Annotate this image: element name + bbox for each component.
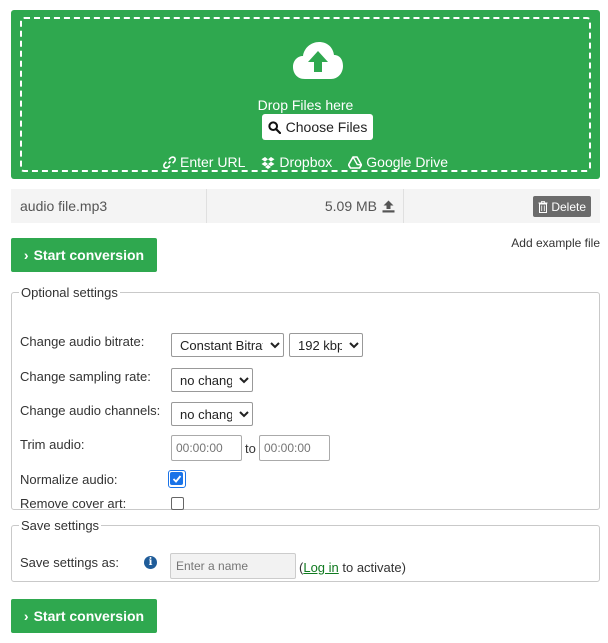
bitrate-label: Change audio bitrate: xyxy=(20,334,145,349)
start-conversion-label: Start conversion xyxy=(33,247,145,263)
optional-settings-panel: Optional settings Change audio bitrate: … xyxy=(11,285,600,511)
upload-icon xyxy=(382,200,395,212)
login-hint-suffix: to activate) xyxy=(338,560,406,575)
file-size-text: 5.09 MB xyxy=(324,198,377,214)
remove-cover-art-checkbox[interactable] xyxy=(171,497,184,510)
optional-settings-legend: Optional settings xyxy=(21,285,118,300)
delete-file-button[interactable]: Delete xyxy=(533,196,591,217)
dropbox-label: Dropbox xyxy=(279,154,333,170)
save-settings-panel: Save settings Save settings as: i (Log i… xyxy=(11,518,600,582)
add-example-file-link[interactable]: Add example file xyxy=(511,236,600,250)
trim-start-input[interactable] xyxy=(171,435,242,461)
save-settings-label: Save settings as: xyxy=(20,555,119,570)
audio-channels-label: Change audio channels: xyxy=(20,403,161,418)
file-source-options: Enter URL Dropbox Google Drive xyxy=(22,154,589,170)
trim-audio-label: Trim audio: xyxy=(20,437,85,452)
choose-files-button[interactable]: Choose Files xyxy=(262,114,373,140)
delete-label: Delete xyxy=(551,199,586,214)
file-size: 5.09 MB xyxy=(325,198,395,214)
google-drive-icon xyxy=(348,155,363,169)
settings-name-input[interactable] xyxy=(170,553,296,579)
cloud-upload-icon xyxy=(293,42,343,79)
normalize-audio-checkbox[interactable] xyxy=(168,470,186,488)
dropbox-link[interactable]: Dropbox xyxy=(261,154,332,170)
search-icon xyxy=(268,120,281,134)
trim-end-input[interactable] xyxy=(259,435,330,461)
google-drive-label: Google Drive xyxy=(366,154,448,170)
link-icon xyxy=(163,155,176,169)
bitrate-mode-select[interactable]: Constant Bitrate xyxy=(171,333,284,357)
sampling-rate-label: Change sampling rate: xyxy=(20,369,151,384)
login-link[interactable]: Log in xyxy=(303,560,338,575)
start-conversion-label: Start conversion xyxy=(33,608,145,624)
enter-url-label: Enter URL xyxy=(180,154,246,170)
drop-files-text: Drop Files here xyxy=(257,97,354,113)
info-icon[interactable]: i xyxy=(144,556,157,569)
chevron-right-icon: › xyxy=(23,247,29,263)
trash-icon xyxy=(538,200,548,213)
file-dropzone[interactable]: Drop Files here Choose Files Enter URL D… xyxy=(11,10,600,179)
sampling-rate-select[interactable]: no change xyxy=(171,368,253,392)
file-list-row: audio file.mp3 5.09 MB Delete xyxy=(11,189,600,223)
save-settings-legend: Save settings xyxy=(21,518,100,533)
google-drive-link[interactable]: Google Drive xyxy=(348,154,448,170)
trim-to-label: to xyxy=(245,441,256,456)
file-name: audio file.mp3 xyxy=(20,198,108,214)
dropzone-dashed-border: Drop Files here Choose Files Enter URL D… xyxy=(20,17,591,172)
bitrate-value-select[interactable]: 192 kbps xyxy=(289,333,363,357)
checkbox-checked-indicator xyxy=(170,472,183,485)
start-conversion-button[interactable]: › Start conversion xyxy=(11,238,157,272)
login-hint: (Log in to activate) xyxy=(299,560,406,575)
normalize-audio-label: Normalize audio: xyxy=(20,472,118,487)
choose-files-label: Choose Files xyxy=(285,119,368,135)
chevron-right-icon: › xyxy=(23,608,29,624)
enter-url-link[interactable]: Enter URL xyxy=(163,154,245,170)
audio-channels-select[interactable]: no change xyxy=(171,402,253,426)
checkmark-icon xyxy=(172,474,181,483)
column-divider xyxy=(403,189,404,223)
remove-cover-art-label: Remove cover art: xyxy=(20,496,127,511)
dropbox-icon xyxy=(261,156,275,169)
column-divider xyxy=(206,189,207,223)
start-conversion-button-bottom[interactable]: › Start conversion xyxy=(11,599,157,633)
